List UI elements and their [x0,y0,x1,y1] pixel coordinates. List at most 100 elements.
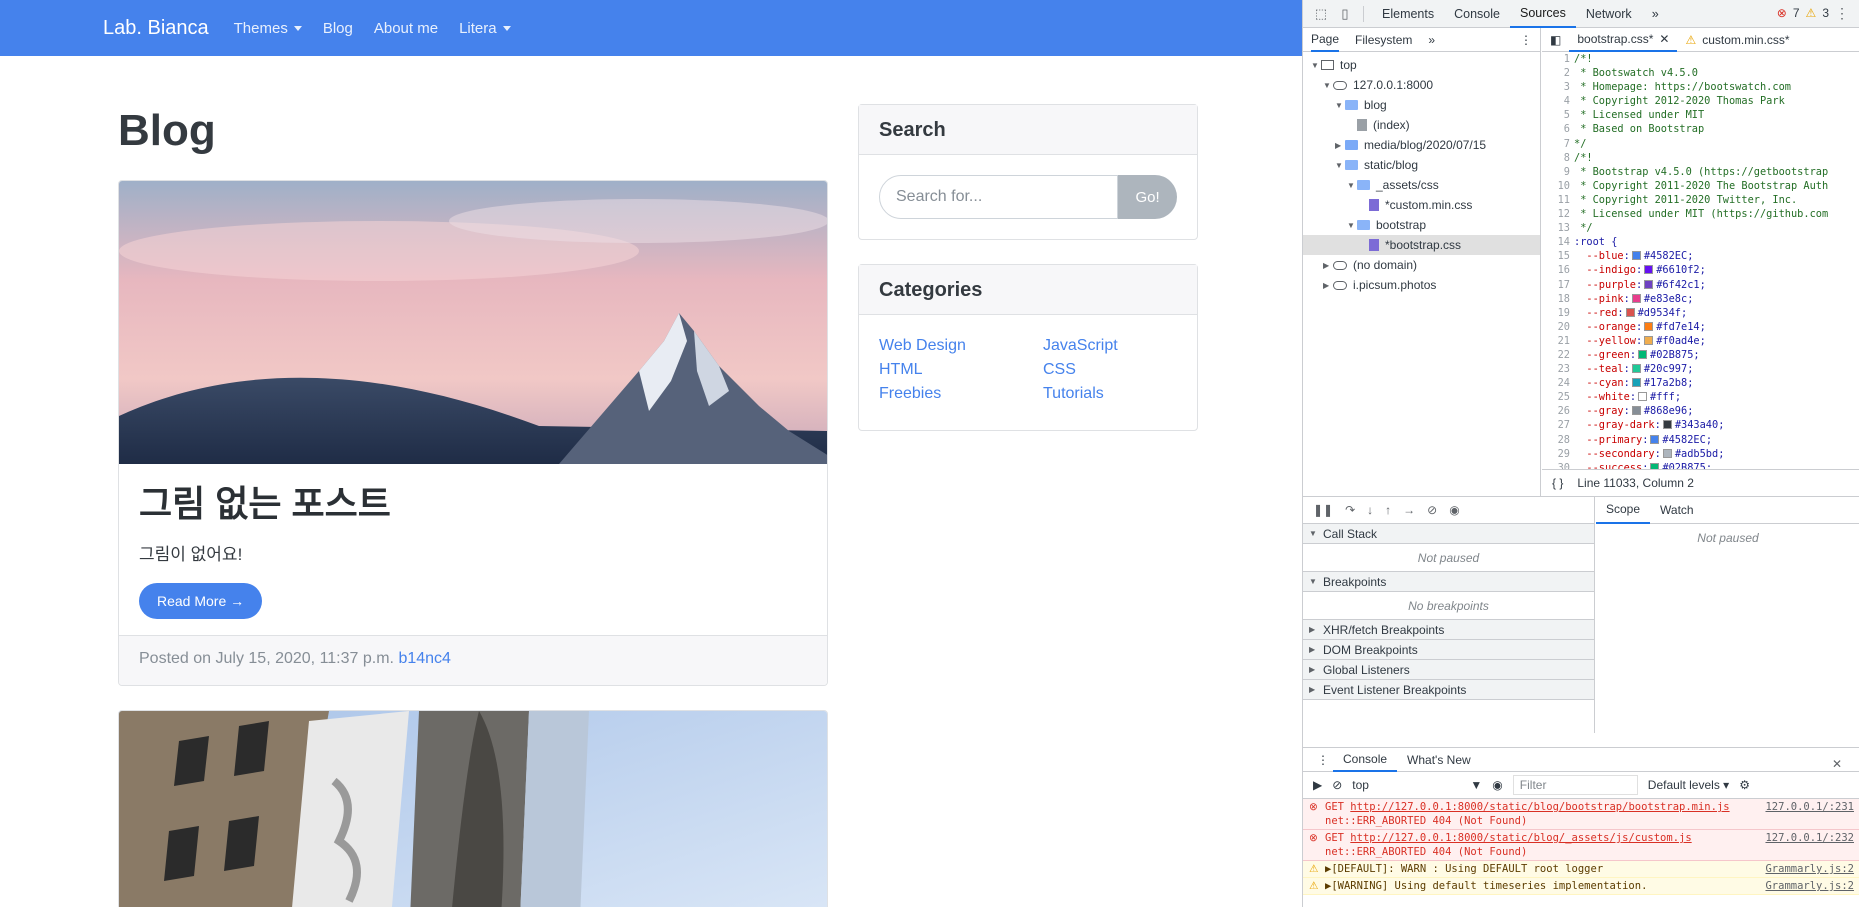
color-swatch[interactable] [1638,392,1648,402]
category-link-freebies[interactable]: Freebies [879,385,1043,403]
tree-item[interactable]: ▼ _assets/css [1303,175,1540,195]
live-expression-eye-icon[interactable]: ◉ [1492,778,1502,792]
code-area[interactable]: 1/*! 2 * Bootswatch v4.5.0 3 * Homepage: h… [1542,52,1859,469]
read-more-button[interactable]: Read More → [139,583,263,619]
nav-link-about[interactable]: About me [374,20,438,37]
message-source-link[interactable]: Grammarly.js:2 [1758,879,1854,893]
step-icon[interactable]: → [1403,503,1415,517]
search-input[interactable]: Search for... [879,175,1119,219]
color-swatch[interactable] [1631,293,1641,303]
device-toolbar-icon[interactable]: ▯ [1337,6,1353,22]
kebab-menu-icon[interactable]: ⋮ [1835,5,1849,22]
inspect-element-icon[interactable]: ⬚ [1313,6,1329,22]
xhr-breakpoints-header[interactable]: ▶ XHR/fetch Breakpoints [1303,620,1594,640]
issue-counters[interactable]: ⊗ 7 ⚠ 3 [1777,6,1829,20]
console-message-warning[interactable]: ⚠ ▶[WARNING] Using default timeseries im… [1303,878,1859,895]
console-message-warning[interactable]: ⚠ ▶[DEFAULT]: WARN : Using DEFAULT root … [1303,861,1859,878]
search-go-button[interactable]: Go! [1118,175,1177,219]
tab-elements[interactable]: Elements [1372,0,1444,28]
console-settings-gear-icon[interactable]: ⚙ [1739,778,1750,792]
nav-link-themes[interactable]: Themes [234,20,302,37]
tab-network[interactable]: Network [1576,0,1642,28]
pause-on-exceptions-icon[interactable]: ◉ [1449,503,1459,517]
color-swatch[interactable] [1625,307,1635,317]
log-levels-dropdown[interactable]: Default levels ▾ [1648,778,1729,792]
message-url-link[interactable]: http://127.0.0.1:8000/static/blog/_asset… [1350,832,1691,844]
message-source-link[interactable]: 127.0.0.1/:231 [1758,800,1854,828]
tab-drawer-console[interactable]: Console [1333,748,1398,772]
post-image-building[interactable] [119,711,827,907]
category-link-html[interactable]: HTML [879,361,1043,379]
color-swatch[interactable] [1644,279,1654,289]
more-tabs-icon[interactable]: » [1642,0,1669,28]
color-swatch[interactable] [1631,251,1641,261]
tree-item[interactable]: ▶ (no domain) [1303,255,1540,275]
step-over-icon[interactable]: ↷ [1345,503,1355,517]
pretty-print-icon[interactable]: { } [1552,476,1563,490]
tab-watch[interactable]: Watch [1650,497,1704,524]
category-link-web-design[interactable]: Web Design [879,337,1043,355]
close-icon[interactable]: ✕ [1659,32,1669,46]
color-swatch[interactable] [1644,265,1654,275]
post-title[interactable]: 그림 없는 포스트 [139,482,807,526]
breakpoints-header[interactable]: ▼ Breakpoints [1303,572,1594,592]
color-swatch[interactable] [1644,321,1654,331]
message-source-link[interactable]: Grammarly.js:2 [1758,862,1854,876]
tab-whats-new[interactable]: What's New [1397,748,1481,772]
navbar-brand[interactable]: Lab. Bianca [103,17,209,40]
color-swatch[interactable] [1662,448,1672,458]
category-link-css[interactable]: CSS [1043,361,1183,379]
subtab-filesystem[interactable]: Filesystem [1355,33,1412,47]
console-message-error[interactable]: ⊗ GET http://127.0.0.1:8000/static/blog/… [1303,799,1859,830]
tree-item[interactable]: (index) [1303,115,1540,135]
category-link-tutorials[interactable]: Tutorials [1043,385,1183,403]
global-listeners-header[interactable]: ▶ Global Listeners [1303,660,1594,680]
subtab-page[interactable]: Page [1311,28,1340,52]
tab-sources[interactable]: Sources [1509,0,1576,28]
tree-item[interactable]: ▼ static/blog [1303,155,1540,175]
context-selector[interactable]: top ▼ [1352,778,1482,792]
color-swatch[interactable] [1638,349,1648,359]
console-filter-input[interactable]: Filter [1512,775,1638,795]
toggle-navigator-icon[interactable]: ◧ [1542,28,1569,52]
tree-item[interactable]: ▼ blog [1303,95,1540,115]
category-link-javascript[interactable]: JavaScript [1043,337,1183,355]
nav-link-blog[interactable]: Blog [323,20,353,37]
tree-item[interactable]: ▼ bootstrap [1303,215,1540,235]
console-sidebar-icon[interactable]: ▶ [1313,778,1322,792]
event-listener-breakpoints-header[interactable]: ▶ Event Listener Breakpoints [1303,680,1594,700]
tree-item[interactable]: *custom.min.css [1303,195,1540,215]
tree-item[interactable]: ▼ 127.0.0.1:8000 [1303,75,1540,95]
nav-link-litera[interactable]: Litera [459,20,511,37]
dom-breakpoints-header[interactable]: ▶ DOM Breakpoints [1303,640,1594,660]
file-tab-bootstrap-css[interactable]: bootstrap.css* ✕ [1569,28,1678,52]
tab-console[interactable]: Console [1444,0,1510,28]
tree-item[interactable]: ▼ top [1303,55,1540,75]
file-tab-custom-css[interactable]: ⚠ custom.min.css* [1677,28,1797,52]
tree-item-selected[interactable]: *bootstrap.css [1303,235,1540,255]
post-image-mountain[interactable] [119,181,827,464]
more-subtabs-icon[interactable]: » [1428,33,1435,47]
color-swatch[interactable] [1631,406,1641,416]
close-icon[interactable]: ✕ [1822,752,1852,776]
step-out-icon[interactable]: ↑ [1385,503,1391,517]
color-swatch[interactable] [1631,378,1641,388]
message-source-link[interactable]: 127.0.0.1/:232 [1758,831,1854,859]
step-into-icon[interactable]: ↓ [1367,503,1373,517]
color-swatch[interactable] [1644,335,1654,345]
drawer-menu-icon[interactable]: ⋮ [1313,748,1333,772]
deactivate-breakpoints-icon[interactable]: ⊘ [1427,503,1437,517]
color-swatch[interactable] [1631,364,1641,374]
call-stack-header[interactable]: ▼ Call Stack [1303,524,1594,544]
tree-item[interactable]: ▶ media/blog/2020/07/15 [1303,135,1540,155]
navigator-menu-icon[interactable]: ⋮ [1520,33,1532,47]
tab-scope[interactable]: Scope [1596,497,1651,524]
clear-console-icon[interactable]: ⊘ [1332,778,1342,792]
color-swatch[interactable] [1662,420,1672,430]
message-url-link[interactable]: http://127.0.0.1:8000/static/blog/bootst… [1350,801,1729,813]
post-author-link[interactable]: b14nc4 [398,650,451,667]
color-swatch[interactable] [1650,434,1660,444]
console-message-error[interactable]: ⊗ GET http://127.0.0.1:8000/static/blog/… [1303,830,1859,861]
pause-icon[interactable]: ❚❚ [1313,503,1333,517]
tree-item[interactable]: ▶ i.picsum.photos [1303,275,1540,295]
